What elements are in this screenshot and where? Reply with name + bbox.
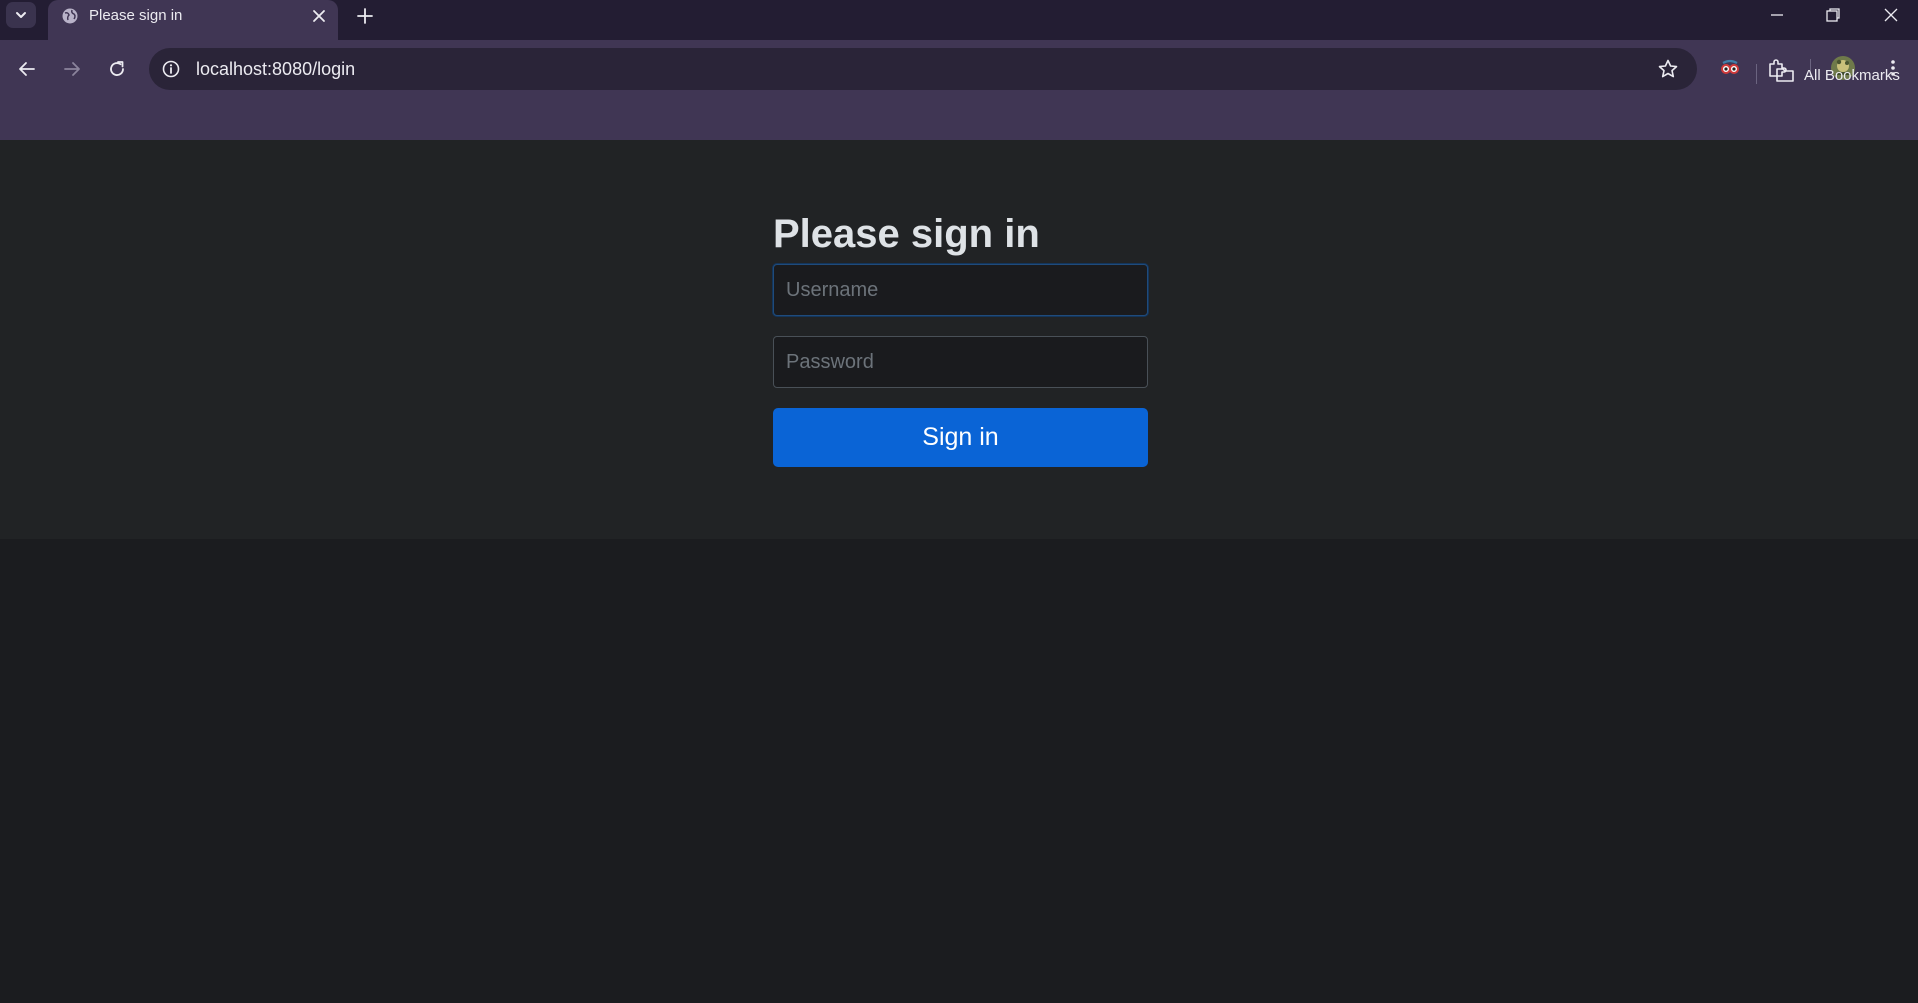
arrow-right-icon [64, 62, 80, 76]
page-background [0, 539, 1918, 1003]
new-tab-plus-icon[interactable] [354, 5, 376, 27]
folder-icon [1776, 68, 1794, 82]
sign-in-button[interactable]: Sign in [773, 408, 1148, 467]
reload-button[interactable] [103, 55, 131, 83]
address-bar[interactable]: localhost:8080/login [149, 48, 1697, 90]
tab-title: Please sign in [89, 7, 183, 24]
page-title: Please sign in [773, 212, 1040, 256]
username-input[interactable] [773, 264, 1148, 316]
extension-glasses-icon[interactable] [1716, 54, 1744, 82]
signin-form: Please sign in Sign in [773, 210, 1148, 467]
forward-button[interactable] [58, 55, 86, 83]
reload-icon [110, 61, 124, 76]
info-icon[interactable] [161, 59, 181, 79]
chevron-down-icon [16, 12, 26, 18]
all-bookmarks-button[interactable]: All Bookmarks [1775, 65, 1900, 85]
bookmark-star-icon[interactable] [1657, 58, 1679, 80]
password-input[interactable] [773, 336, 1148, 388]
restore-icon[interactable] [1822, 4, 1844, 26]
bookmarks-divider [1756, 64, 1757, 84]
arrow-left-icon [19, 62, 35, 76]
close-window-icon[interactable] [1880, 4, 1902, 26]
tab-strip: Please sign in [0, 0, 1918, 40]
active-tab[interactable]: Please sign in [48, 0, 338, 40]
tab-search-button[interactable] [6, 2, 36, 28]
browser-toolbar: localhost:8080/login [0, 40, 1918, 140]
globe-icon [62, 8, 78, 24]
back-button[interactable] [13, 55, 41, 83]
all-bookmarks-label: All Bookmarks [1804, 66, 1900, 84]
glasses-icon [1721, 59, 1739, 74]
close-icon[interactable] [310, 7, 328, 25]
minimize-icon[interactable] [1766, 4, 1788, 26]
url-text: localhost:8080/login [196, 59, 356, 79]
